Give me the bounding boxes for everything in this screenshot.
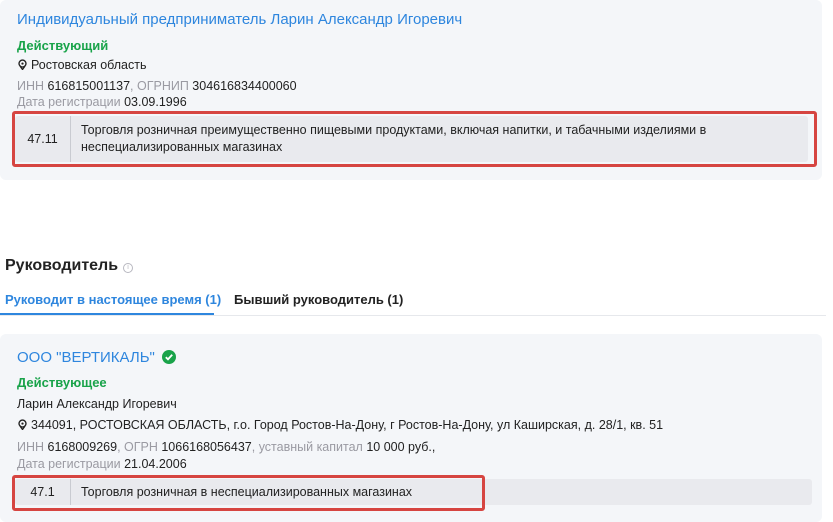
company-name-row: ООО "ВЕРТИКАЛЬ" [17,349,177,366]
okved-row: 47.11 Торговля розничная преимущественно… [15,116,808,162]
tabs-divider [0,315,826,316]
company-ids-row: ИНН 6168009269, ОГРН 1066168056437, уста… [17,440,436,454]
active-tab-indicator [0,313,214,315]
entrepreneur-inn: 616815001137 [47,79,131,93]
leader-title-text: Руководитель [5,257,119,274]
okved-code: 47.11 [15,116,71,162]
leader-section-title: Руководитель i [5,257,134,275]
company-card: ООО "ВЕРТИКАЛЬ" Действующее Ларин Алекса… [0,334,822,522]
location-pin-icon [18,59,27,70]
location-pin-icon [18,419,27,430]
company-address-row: 344091, РОСТОВСКАЯ ОБЛАСТЬ, г.о. Город Р… [17,418,663,432]
company-ogrn: 1066168056437 [161,440,252,454]
entrepreneur-reg-date: 03.09.1996 [124,95,187,109]
entrepreneur-ogrnip: 304616834400060 [192,79,297,93]
company-capital: 10 000 руб. [366,440,432,454]
capital-label: уставный капитал [258,440,363,454]
okved-description: Торговля розничная в неспециализированны… [81,484,413,499]
okved-row: 47.1 Торговля розничная в неспециализиро… [15,479,812,505]
reg-date-label: Дата регистрации [17,95,121,109]
entrepreneur-status: Действующий [17,38,109,53]
entrepreneur-card: Индивидуальный предприниматель Ларин Але… [0,0,822,180]
company-address: 344091, РОСТОВСКАЯ ОБЛАСТЬ, г.о. Город Р… [31,418,664,432]
entrepreneur-name-link[interactable]: Индивидуальный предприниматель Ларин Але… [17,11,462,28]
okved-description: Торговля розничная преимущественно пищев… [81,123,707,154]
inn-label: ИНН [17,79,45,93]
entrepreneur-ids-row: ИНН 616815001137, ОГРНИП 304616834400060 [17,79,297,93]
company-status: Действующее [17,375,107,390]
entrepreneur-region-row: Ростовская область [17,58,147,72]
entrepreneur-region: Ростовская область [31,58,147,72]
ogrnip-label: ОГРНИП [136,79,189,93]
company-reg-date: 21.04.2006 [124,457,187,471]
info-icon[interactable]: i [123,263,134,273]
company-leader-link[interactable]: Ларин Александр Игоревич [17,397,177,411]
ogrn-label: ОГРН [124,440,158,454]
inn-label: ИНН [17,440,45,454]
entrepreneur-reg-row: Дата регистрации 03.09.1996 [17,95,187,109]
tab-former-leader[interactable]: Бывший руководитель (1) [234,292,403,307]
company-name-link[interactable]: ООО "ВЕРТИКАЛЬ" [17,349,155,366]
reg-date-label: Дата регистрации [17,457,121,471]
company-inn: 6168009269 [47,440,118,454]
tab-current-leader[interactable]: Руководит в настоящее время (1) [5,292,221,307]
okved-code: 47.1 [15,479,71,505]
company-reg-row: Дата регистрации 21.04.2006 [17,457,187,471]
verified-check-icon [162,350,177,364]
